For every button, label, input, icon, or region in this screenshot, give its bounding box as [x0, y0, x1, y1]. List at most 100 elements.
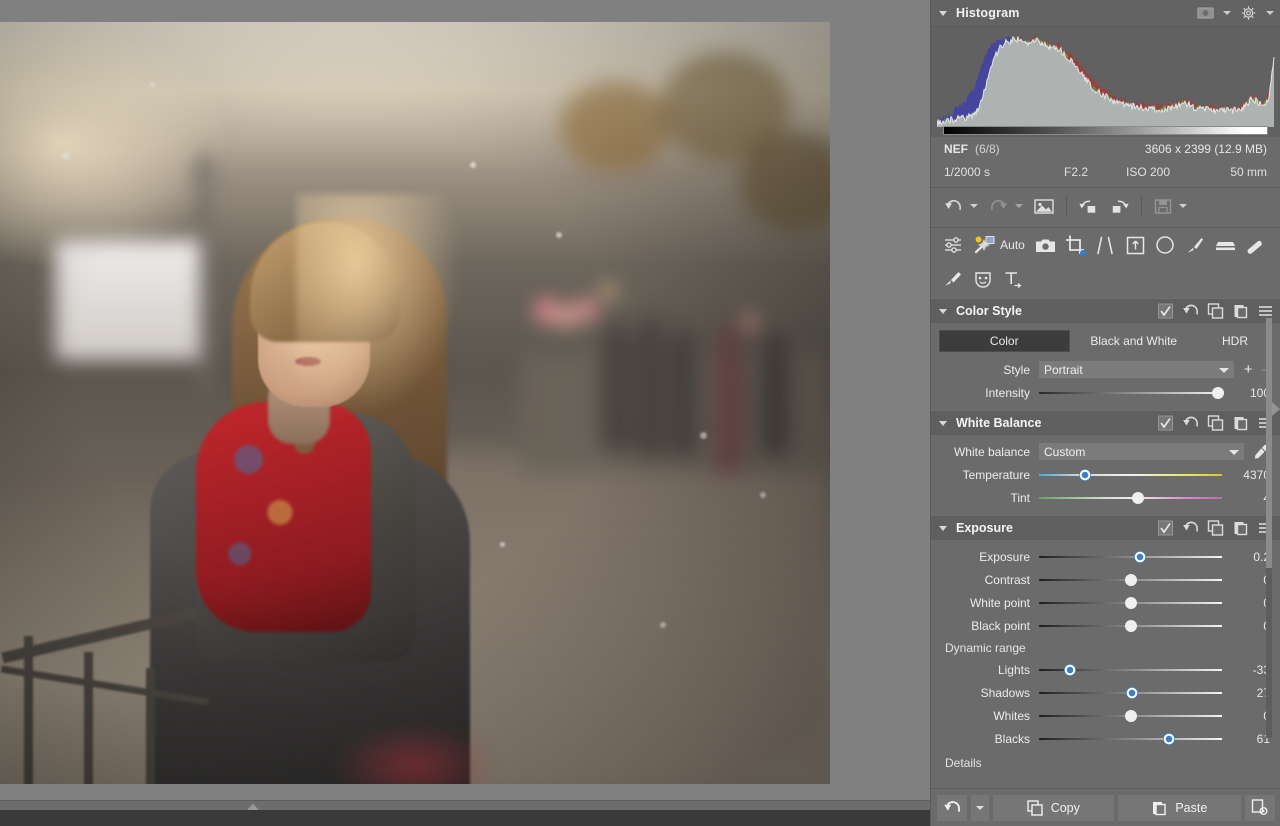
tint-slider[interactable]: [1039, 490, 1222, 506]
black-point-slider-knob[interactable]: [1125, 620, 1137, 632]
paste-label: Paste: [1175, 801, 1207, 815]
rotate-right-button[interactable]: [1105, 193, 1132, 219]
shadows-slider-knob[interactable]: [1126, 687, 1138, 699]
file-index: (6/8): [975, 142, 1000, 156]
white-balance-header[interactable]: White Balance: [931, 410, 1280, 435]
shadows-slider[interactable]: [1039, 685, 1222, 701]
edited-photo: [0, 22, 830, 784]
white-balance-collapse-caret[interactable]: [939, 421, 947, 426]
undo-options-button[interactable]: [971, 795, 989, 821]
copy-icon[interactable]: [1207, 303, 1224, 319]
exposure-header[interactable]: Exposure: [931, 515, 1280, 540]
brush-tool[interactable]: [1183, 232, 1207, 258]
shadows-label: Shadows: [939, 686, 1039, 700]
copy-button[interactable]: Copy: [993, 795, 1114, 821]
rotate-left-button[interactable]: [1076, 193, 1103, 219]
gradient-tool[interactable]: [1213, 232, 1237, 258]
toolbar-separator-1: [1066, 196, 1067, 216]
enabled-checkbox[interactable]: [1157, 415, 1174, 431]
retouch-brush-tool[interactable]: [941, 266, 965, 292]
redo-history-caret[interactable]: [1015, 204, 1023, 208]
style-select[interactable]: Portrait: [1039, 361, 1234, 378]
intensity-slider[interactable]: [1039, 385, 1222, 401]
intensity-slider-knob[interactable]: [1212, 387, 1224, 399]
photo-canvas[interactable]: [0, 22, 830, 784]
exposure-slider-knob[interactable]: [1134, 551, 1146, 563]
lights-slider[interactable]: [1039, 662, 1222, 678]
lights-slider-knob[interactable]: [1064, 664, 1076, 676]
panel-expand-arrow[interactable]: [1272, 402, 1280, 416]
enabled-checkbox[interactable]: [1157, 303, 1174, 319]
auto-enhance-tool[interactable]: Auto: [971, 232, 1027, 258]
save-button[interactable]: [1151, 193, 1175, 219]
undo-history-caret[interactable]: [970, 204, 978, 208]
undo-action-button[interactable]: [937, 795, 967, 821]
histogram-header[interactable]: Histogram: [931, 0, 1280, 27]
panel-scrollbar[interactable]: [1266, 318, 1272, 738]
chevron-down-icon[interactable]: [1266, 11, 1274, 15]
crop-active-badge: [1080, 250, 1086, 256]
copy-icon[interactable]: [1207, 415, 1224, 431]
save-options-caret[interactable]: [1179, 204, 1187, 208]
straighten-tool[interactable]: [1093, 232, 1117, 258]
undo-button[interactable]: [941, 193, 966, 219]
white-balance-row: White balance Custom: [931, 440, 1280, 463]
histogram-graph[interactable]: [931, 27, 1280, 137]
white-point-slider-knob[interactable]: [1125, 597, 1137, 609]
lights-value: -33: [1228, 663, 1270, 677]
paste-icon[interactable]: [1232, 520, 1249, 536]
paste-icon[interactable]: [1232, 415, 1249, 431]
whites-slider-knob[interactable]: [1125, 710, 1137, 722]
redo-button[interactable]: [986, 193, 1011, 219]
paste-icon[interactable]: [1232, 303, 1249, 319]
whites-slider[interactable]: [1039, 708, 1222, 724]
clipping-indicator-icon[interactable]: [1197, 5, 1214, 21]
intensity-value: 100: [1228, 386, 1270, 400]
contrast-slider[interactable]: [1039, 572, 1222, 588]
paste-settings-button[interactable]: [1245, 795, 1275, 821]
black-point-slider[interactable]: [1039, 618, 1222, 634]
perspective-tool[interactable]: [1123, 232, 1147, 258]
reset-icon[interactable]: [1182, 520, 1199, 536]
crop-tool[interactable]: [1063, 232, 1087, 258]
white-point-row: White point0: [931, 591, 1280, 614]
histogram-collapse-caret[interactable]: [939, 11, 947, 16]
copy-icon[interactable]: [1207, 520, 1224, 536]
shadows-row: Shadows27: [931, 681, 1280, 704]
tint-slider-knob[interactable]: [1132, 492, 1144, 504]
add-style-button[interactable]: +: [1244, 362, 1253, 377]
blacks-row: Blacks61: [931, 727, 1280, 750]
histogram-settings-icon[interactable]: [1240, 5, 1257, 21]
menu-icon[interactable]: [1257, 303, 1274, 319]
white-balance-select[interactable]: Custom: [1039, 443, 1244, 460]
radial-mask-tool[interactable]: [1153, 232, 1177, 258]
retouch-brush-icon: [943, 270, 963, 288]
exposure-collapse-caret[interactable]: [939, 526, 947, 531]
enabled-checkbox[interactable]: [1157, 520, 1174, 536]
adjustments-tool[interactable]: [941, 232, 965, 258]
color-picker-camera-tool[interactable]: [1033, 232, 1057, 258]
white-point-slider[interactable]: [1039, 595, 1222, 611]
reset-icon[interactable]: [1182, 303, 1199, 319]
color-style-collapse-caret[interactable]: [939, 309, 947, 314]
temperature-slider[interactable]: [1039, 467, 1222, 483]
face-mask-tool[interactable]: [971, 266, 995, 292]
exposure-slider[interactable]: [1039, 549, 1222, 565]
tab-hdr[interactable]: HDR: [1198, 330, 1272, 352]
reset-icon[interactable]: [1182, 415, 1199, 431]
panel-scrollbar-thumb[interactable]: [1266, 318, 1272, 568]
chevron-down-icon[interactable]: [1223, 11, 1231, 15]
blacks-slider-knob[interactable]: [1163, 733, 1175, 745]
paste-button[interactable]: Paste: [1118, 795, 1241, 821]
filmstrip-collapsed[interactable]: [0, 810, 930, 826]
color-style-title: Color Style: [956, 304, 1022, 318]
blacks-slider[interactable]: [1039, 731, 1222, 747]
preview-button[interactable]: [1031, 193, 1057, 219]
contrast-slider-knob[interactable]: [1125, 574, 1137, 586]
text-tool[interactable]: [1001, 266, 1025, 292]
tab-color[interactable]: Color: [939, 330, 1070, 352]
temperature-slider-knob[interactable]: [1079, 469, 1091, 481]
eraser-tool[interactable]: [1243, 232, 1267, 258]
tab-black-and-white[interactable]: Black and White: [1070, 330, 1199, 352]
color-style-header[interactable]: Color Style: [931, 298, 1280, 323]
